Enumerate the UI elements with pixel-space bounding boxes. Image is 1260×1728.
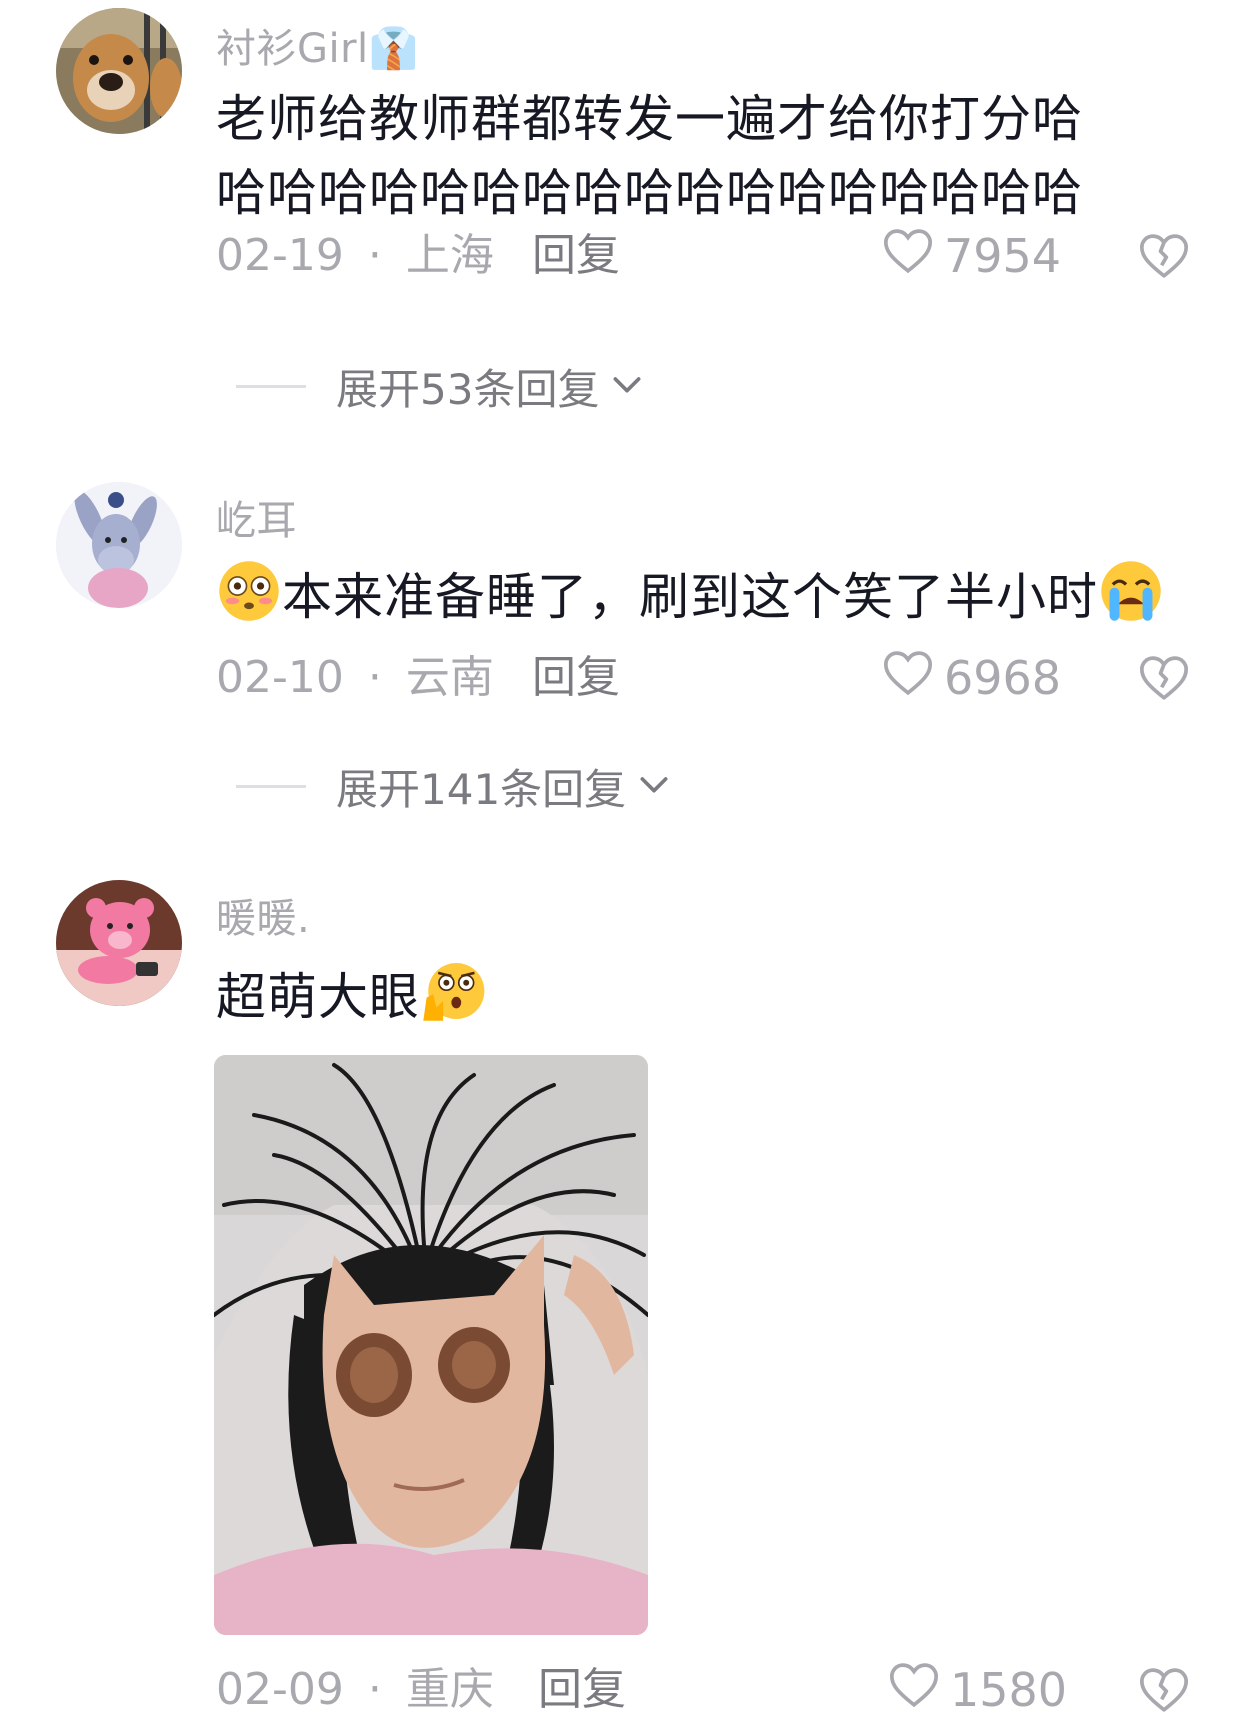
broken-heart-icon (1136, 234, 1192, 288)
comment-date: 02-19 (216, 230, 344, 281)
comment-text-content: 老师给教师群都转发一遍才给你打分哈哈哈哈哈哈哈哈哈哈哈哈哈哈哈哈哈哈 (216, 90, 1083, 222)
like-count: 6968 (944, 651, 1062, 705)
comment-text-content: 超萌大眼 (216, 968, 420, 1026)
crying-face-emoji (1098, 558, 1164, 624)
like-count: 7954 (944, 229, 1062, 283)
expand-replies-label: 展开53条回复 (336, 364, 600, 414)
expand-replies[interactable]: 展开53条回复 (236, 356, 647, 416)
user-avatar[interactable] (56, 482, 182, 608)
comment-location: 上海 (405, 230, 494, 281)
user-avatar[interactable] (56, 8, 182, 134)
comment-location: 重庆 (405, 1664, 494, 1715)
user-avatar[interactable] (56, 880, 182, 1006)
flushed-face-emoji (216, 558, 282, 624)
comment-text: 本来准备睡了，刷到这个笑了半小时 (216, 558, 1216, 634)
expand-replies-label: 展开141条回复 (336, 764, 627, 814)
dislike-button[interactable] (1136, 650, 1192, 706)
divider-line (236, 784, 306, 788)
comment-meta: 02-09 · 重庆 (216, 1660, 494, 1720)
like-button[interactable]: 7954 (880, 226, 1061, 286)
username[interactable]: 衬衫Girl👔 (216, 16, 419, 74)
heart-icon (886, 1657, 950, 1724)
chevron-down-icon (626, 764, 674, 808)
like-button[interactable]: 1580 (886, 1660, 1067, 1720)
expand-replies[interactable]: 展开141条回复 (236, 756, 674, 816)
comment-text: 老师给教师群都转发一遍才给你打分哈哈哈哈哈哈哈哈哈哈哈哈哈哈哈哈哈哈 (216, 82, 1116, 230)
dislike-button[interactable] (1136, 1662, 1192, 1718)
reply-button[interactable]: 回复 (532, 226, 620, 286)
meta-separator: · (367, 230, 382, 281)
dislike-button[interactable] (1136, 228, 1192, 284)
divider-line (236, 384, 306, 388)
meta-separator: · (367, 652, 382, 703)
comment-text: 超萌大眼 (216, 958, 1216, 1034)
comment-meta: 02-10 · 云南 (216, 648, 494, 708)
heart-icon (880, 645, 944, 712)
comment-meta: 02-19 · 上海 (216, 226, 494, 286)
meta-separator: · (367, 1664, 382, 1715)
shocked-hand-emoji (420, 958, 486, 1024)
chevron-down-icon (599, 364, 647, 408)
username[interactable]: 屹耳 (216, 488, 297, 546)
comment-date: 02-10 (216, 652, 344, 703)
heart-icon (880, 223, 944, 290)
comment-image[interactable] (214, 1055, 648, 1635)
comment-date: 02-09 (216, 1664, 344, 1715)
username[interactable]: 暖暖. (216, 886, 310, 944)
reply-button[interactable]: 回复 (538, 1660, 626, 1720)
like-button[interactable]: 6968 (880, 648, 1061, 708)
comment-location: 云南 (405, 652, 494, 703)
broken-heart-icon (1136, 1668, 1192, 1722)
like-count: 1580 (950, 1663, 1068, 1717)
reply-button[interactable]: 回复 (532, 648, 620, 708)
broken-heart-icon (1136, 656, 1192, 710)
comment-text-content: 本来准备睡了，刷到这个笑了半小时 (282, 568, 1098, 626)
